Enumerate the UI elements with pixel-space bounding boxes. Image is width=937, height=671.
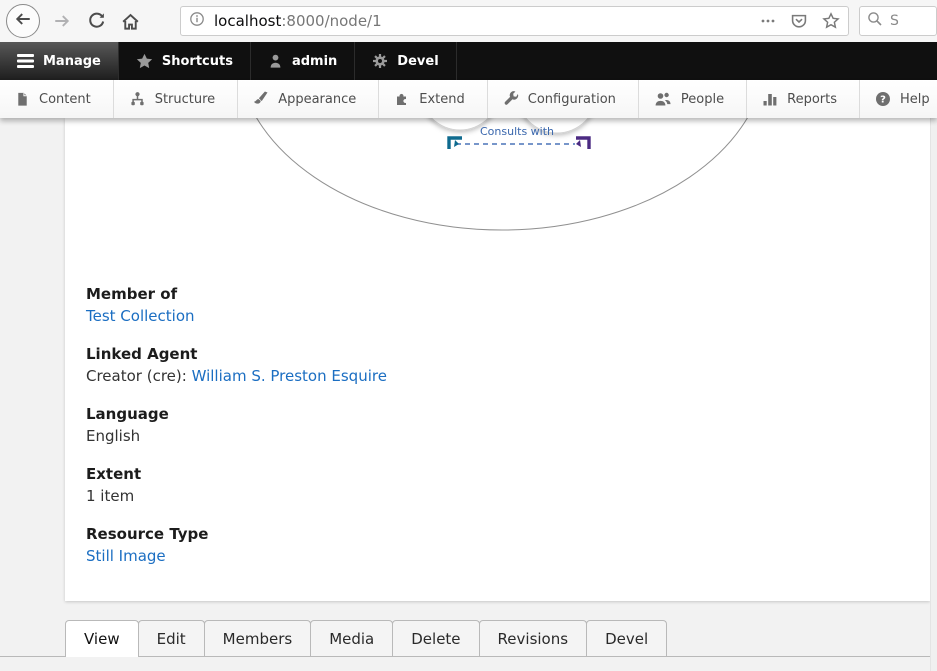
resource-type-link[interactable]: Still Image: [86, 547, 166, 565]
field-label: Linked Agent: [86, 344, 387, 365]
search-text: S: [890, 13, 899, 29]
tray-item-label: People: [681, 92, 724, 107]
tray-item-people[interactable]: People: [639, 80, 747, 118]
star-icon: [136, 53, 153, 70]
user-icon: [268, 53, 283, 69]
reload-button[interactable]: [82, 7, 110, 35]
field-label: Language: [86, 404, 387, 425]
bar-chart-icon: [762, 91, 778, 107]
sitemap-icon: [129, 91, 146, 107]
consults-with-label: Consults with: [480, 125, 554, 138]
admin-tray: Content Structure Appearance Extend Conf…: [0, 80, 937, 118]
back-button[interactable]: [6, 4, 40, 38]
home-icon: [121, 12, 140, 31]
forward-icon: [53, 12, 71, 30]
admin-toolbar: Manage Shortcuts admin Devel: [0, 42, 937, 80]
member-of-link[interactable]: Test Collection: [86, 307, 195, 325]
tray-item-label: Content: [39, 92, 91, 107]
url-path: :8000/node/1: [281, 12, 381, 30]
tray-item-help[interactable]: ? Help: [860, 80, 937, 118]
tray-item-extend[interactable]: Extend: [379, 80, 488, 118]
field-language: Language English: [86, 404, 387, 447]
scrollbar-track[interactable]: [930, 118, 937, 671]
bookmark-star-icon: [822, 12, 840, 30]
tray-item-label: Extend: [419, 92, 465, 107]
tray-item-label: Appearance: [278, 92, 356, 107]
tab-media[interactable]: Media: [310, 620, 393, 656]
forward-button[interactable]: [48, 7, 76, 35]
field-extent: Extent 1 item: [86, 464, 387, 507]
reload-icon: [87, 12, 106, 31]
people-icon: [654, 91, 672, 107]
tray-item-structure[interactable]: Structure: [114, 80, 238, 118]
home-button[interactable]: [116, 7, 144, 35]
node-content-panel: Consults with Member of Test Collection …: [65, 118, 930, 601]
field-value: English: [86, 425, 387, 447]
address-bar[interactable]: localhost :8000/node/1: [180, 6, 849, 36]
tab-view[interactable]: View: [65, 620, 139, 656]
puzzle-icon: [394, 91, 410, 107]
tray-item-content[interactable]: Content: [0, 80, 114, 118]
field-label: Resource Type: [86, 524, 387, 545]
tab-edit[interactable]: Edit: [138, 620, 205, 656]
menu-icon: [17, 54, 34, 68]
field-list: Member of Test Collection Linked Agent C…: [86, 284, 387, 584]
toolbar-item-devel[interactable]: Devel: [355, 42, 456, 80]
field-label: Extent: [86, 464, 387, 485]
search-box[interactable]: S: [859, 6, 937, 36]
info-icon: [189, 11, 205, 31]
browser-toolbar: localhost :8000/node/1 S: [0, 0, 937, 42]
back-icon: [14, 10, 32, 32]
toolbar-item-manage[interactable]: Manage: [0, 42, 119, 80]
field-value-prefix: Creator (cre):: [86, 367, 192, 385]
linked-agent-link[interactable]: William S. Preston Esquire: [192, 367, 387, 385]
tray-item-reports[interactable]: Reports: [747, 80, 860, 118]
url-host: localhost: [214, 12, 281, 30]
page-actions-button[interactable]: [760, 13, 776, 29]
primary-tabs: View Edit Members Media Delete Revisions…: [0, 620, 930, 657]
tab-members[interactable]: Members: [204, 620, 312, 656]
toolbar-item-label: Manage: [43, 54, 101, 69]
page-actions-icon: [760, 13, 776, 29]
toolbar-item-label: Shortcuts: [162, 54, 233, 69]
question-icon: ?: [875, 91, 891, 107]
field-member-of: Member of Test Collection: [86, 284, 387, 327]
page-body: Consults with Member of Test Collection …: [0, 118, 937, 671]
field-label: Member of: [86, 284, 387, 305]
toolbar-item-label: Devel: [397, 54, 438, 69]
svg-text:?: ?: [880, 95, 886, 106]
field-linked-agent: Linked Agent Creator (cre): William S. P…: [86, 344, 387, 387]
bookmark-star-button[interactable]: [822, 12, 840, 30]
tray-item-label: Structure: [155, 92, 215, 107]
tray-item-configuration[interactable]: Configuration: [488, 80, 639, 118]
tab-devel[interactable]: Devel: [586, 620, 667, 656]
field-resource-type: Resource Type Still Image: [86, 524, 387, 567]
search-icon: [867, 11, 883, 31]
pocket-button[interactable]: [790, 12, 808, 30]
paintbrush-icon: [253, 91, 269, 107]
tab-revisions[interactable]: Revisions: [479, 620, 588, 656]
file-icon: [15, 91, 30, 107]
tray-item-label: Configuration: [528, 92, 616, 107]
relationship-diagram: Consults with: [65, 118, 930, 243]
pocket-icon: [790, 12, 808, 30]
toolbar-item-admin[interactable]: admin: [251, 42, 355, 80]
tray-item-appearance[interactable]: Appearance: [238, 80, 379, 118]
tray-item-label: Reports: [787, 92, 837, 107]
field-value: 1 item: [86, 485, 387, 507]
toolbar-item-shortcuts[interactable]: Shortcuts: [119, 42, 251, 80]
toolbar-item-label: admin: [292, 54, 337, 69]
tab-delete[interactable]: Delete: [392, 620, 479, 656]
wrench-icon: [503, 91, 519, 107]
tray-item-label: Help: [900, 92, 930, 107]
gear-icon: [372, 53, 388, 69]
